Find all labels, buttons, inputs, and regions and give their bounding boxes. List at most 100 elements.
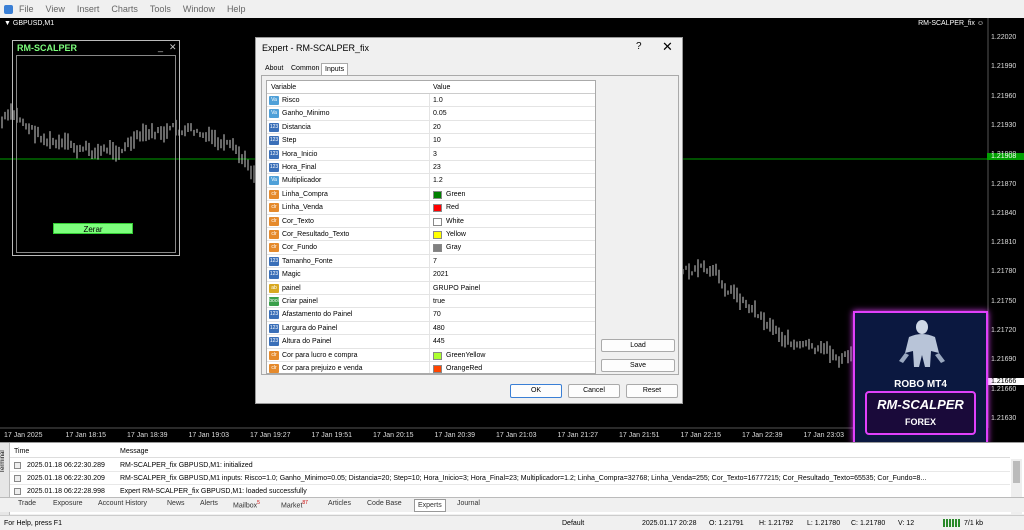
input-row[interactable]: 123 Largura do Painel 480 [267,321,595,336]
reset-button[interactable]: Reset [626,384,678,398]
tab-common[interactable]: Common [288,63,322,75]
input-row[interactable]: bool Criar painel true [267,295,595,309]
param-value[interactable]: 1.0 [433,97,443,104]
input-row[interactable]: 123 Magic 2021 [267,268,595,282]
param-value[interactable]: White [446,218,464,225]
menu-charts[interactable]: Charts [111,4,138,14]
tab-about[interactable]: About [262,63,286,75]
color-swatch[interactable] [433,217,442,226]
param-value[interactable]: 70 [433,311,441,318]
column-time[interactable]: Time [14,448,29,455]
param-value[interactable]: Green [446,191,465,198]
status-low: L: 1.21780 [807,520,841,527]
param-value[interactable]: 480 [433,325,445,332]
input-row[interactable]: 123 Afastamento do Painel 70 [267,308,595,322]
status-profile[interactable]: Default [562,520,584,527]
load-button[interactable]: Load [601,339,675,352]
price-tick: 1.21810 [991,239,1017,247]
param-value[interactable]: 23 [433,164,441,171]
tab-mailbox[interactable]: Mailbox5 [233,500,260,509]
param-name: Linha_Venda [282,204,323,212]
param-value[interactable]: Yellow [446,231,466,238]
param-value[interactable]: Gray [446,244,461,251]
input-row[interactable]: clr Linha_Compra Green [267,187,595,202]
param-value[interactable]: 2021 [433,271,449,278]
menu-help[interactable]: Help [227,4,246,14]
param-value[interactable]: OrangeRed [446,365,482,372]
param-value[interactable]: GreenYellow [446,352,485,359]
status-datetime: 2025.01.17 20:28 [642,520,697,527]
param-value[interactable]: GRUPO Painel [433,285,480,292]
inputs-table[interactable]: Variable Value Va Risco 1.0 Va Ganho_Minimo 0… [266,80,596,374]
input-row[interactable]: 123 Distancia 20 [267,120,595,135]
log-row[interactable]: 2025.01.18 06:22:30.289 RM-SCALPER_fix G… [10,459,1010,472]
color-swatch[interactable] [433,190,442,199]
time-tick: 17 Jan 18:39 [127,432,168,439]
color-swatch[interactable] [433,244,442,253]
menu-file[interactable]: File [19,4,34,14]
param-type-icon: 123 [269,163,279,172]
input-row[interactable]: Va Ganho_Minimo 0.05 [267,107,595,121]
color-swatch[interactable] [433,365,442,373]
menu-view[interactable]: View [46,4,65,14]
tab-code-base[interactable]: Code Base [367,500,402,507]
input-row[interactable]: 123 Tamanho_Fonte 7 [267,254,595,269]
input-row[interactable]: 123 Step 10 [267,134,595,148]
input-row[interactable]: clr Linha_Venda Red [267,201,595,215]
menu-insert[interactable]: Insert [77,4,100,14]
input-row[interactable]: Va Multiplicador 1.2 [267,174,595,188]
param-value[interactable]: 445 [433,338,445,345]
column-variable[interactable]: Variable [271,84,296,91]
input-row[interactable]: clr Cor para prejuizo e venda OrangeRed [267,362,595,373]
param-value[interactable]: 10 [433,137,441,144]
tab-experts[interactable]: Experts [414,499,446,512]
panel-minimize-button[interactable]: _ [158,42,163,52]
input-row[interactable]: ab painel GRUPO Painel [267,281,595,295]
column-divider [429,201,430,215]
input-row[interactable]: 123 Altura do Painel 445 [267,335,595,349]
inputs-table-header: Variable Value [267,81,595,94]
param-name: Hora_Final [282,164,317,171]
column-message[interactable]: Message [120,448,148,455]
color-swatch[interactable] [433,231,442,239]
param-value[interactable]: 3 [433,151,437,158]
color-swatch[interactable] [433,204,442,213]
cancel-button[interactable]: Cancel [568,384,620,398]
dialog-help-button[interactable]: ? [636,41,642,52]
tab-journal[interactable]: Journal [457,500,480,507]
save-button[interactable]: Save [601,359,675,372]
scrollbar-thumb[interactable] [1013,461,1020,483]
status-close: C: 1.21780 [851,520,886,527]
input-row[interactable]: Va Risco 1.0 [267,94,595,108]
menu-window[interactable]: Window [183,4,215,14]
input-row[interactable]: 123 Hora_Final 23 [267,161,595,175]
tab-trade[interactable]: Trade [18,500,36,507]
input-row[interactable]: clr Cor_Fundo Gray [267,241,595,255]
menu-tools[interactable]: Tools [150,4,171,14]
tab-news[interactable]: News [167,500,185,507]
param-value[interactable]: true [433,298,445,305]
zerar-button[interactable]: Zerar [53,223,133,234]
tab-account-history[interactable]: Account History [98,500,147,507]
dialog-close-button[interactable]: ✕ [662,39,673,55]
panel-close-button[interactable]: ✕ [169,42,177,53]
tab-alerts[interactable]: Alerts [200,500,218,507]
input-row[interactable]: clr Cor_Texto White [267,214,595,228]
param-value[interactable]: 20 [433,124,441,131]
column-divider [429,254,430,268]
column-divider [429,335,430,349]
param-value[interactable]: 1.2 [433,177,443,184]
input-row[interactable]: clr Cor para lucro e compra GreenYellow [267,348,595,362]
tab-articles[interactable]: Articles [328,500,351,507]
tab-market[interactable]: Market87 [281,500,308,509]
param-value[interactable]: 0.05 [433,110,447,117]
log-row[interactable]: 2025.01.18 06:22:30.209 RM-SCALPER_fix G… [10,472,1010,485]
tab-exposure[interactable]: Exposure [53,500,83,507]
input-row[interactable]: clr Cor_Resultado_Texto Yellow [267,228,595,242]
param-value[interactable]: 7 [433,258,437,265]
input-row[interactable]: 123 Hora_Inicio 3 [267,147,595,161]
param-value[interactable]: Red [446,204,459,211]
column-value[interactable]: Value [433,84,450,91]
ok-button[interactable]: OK [510,384,562,398]
color-swatch[interactable] [433,351,442,360]
